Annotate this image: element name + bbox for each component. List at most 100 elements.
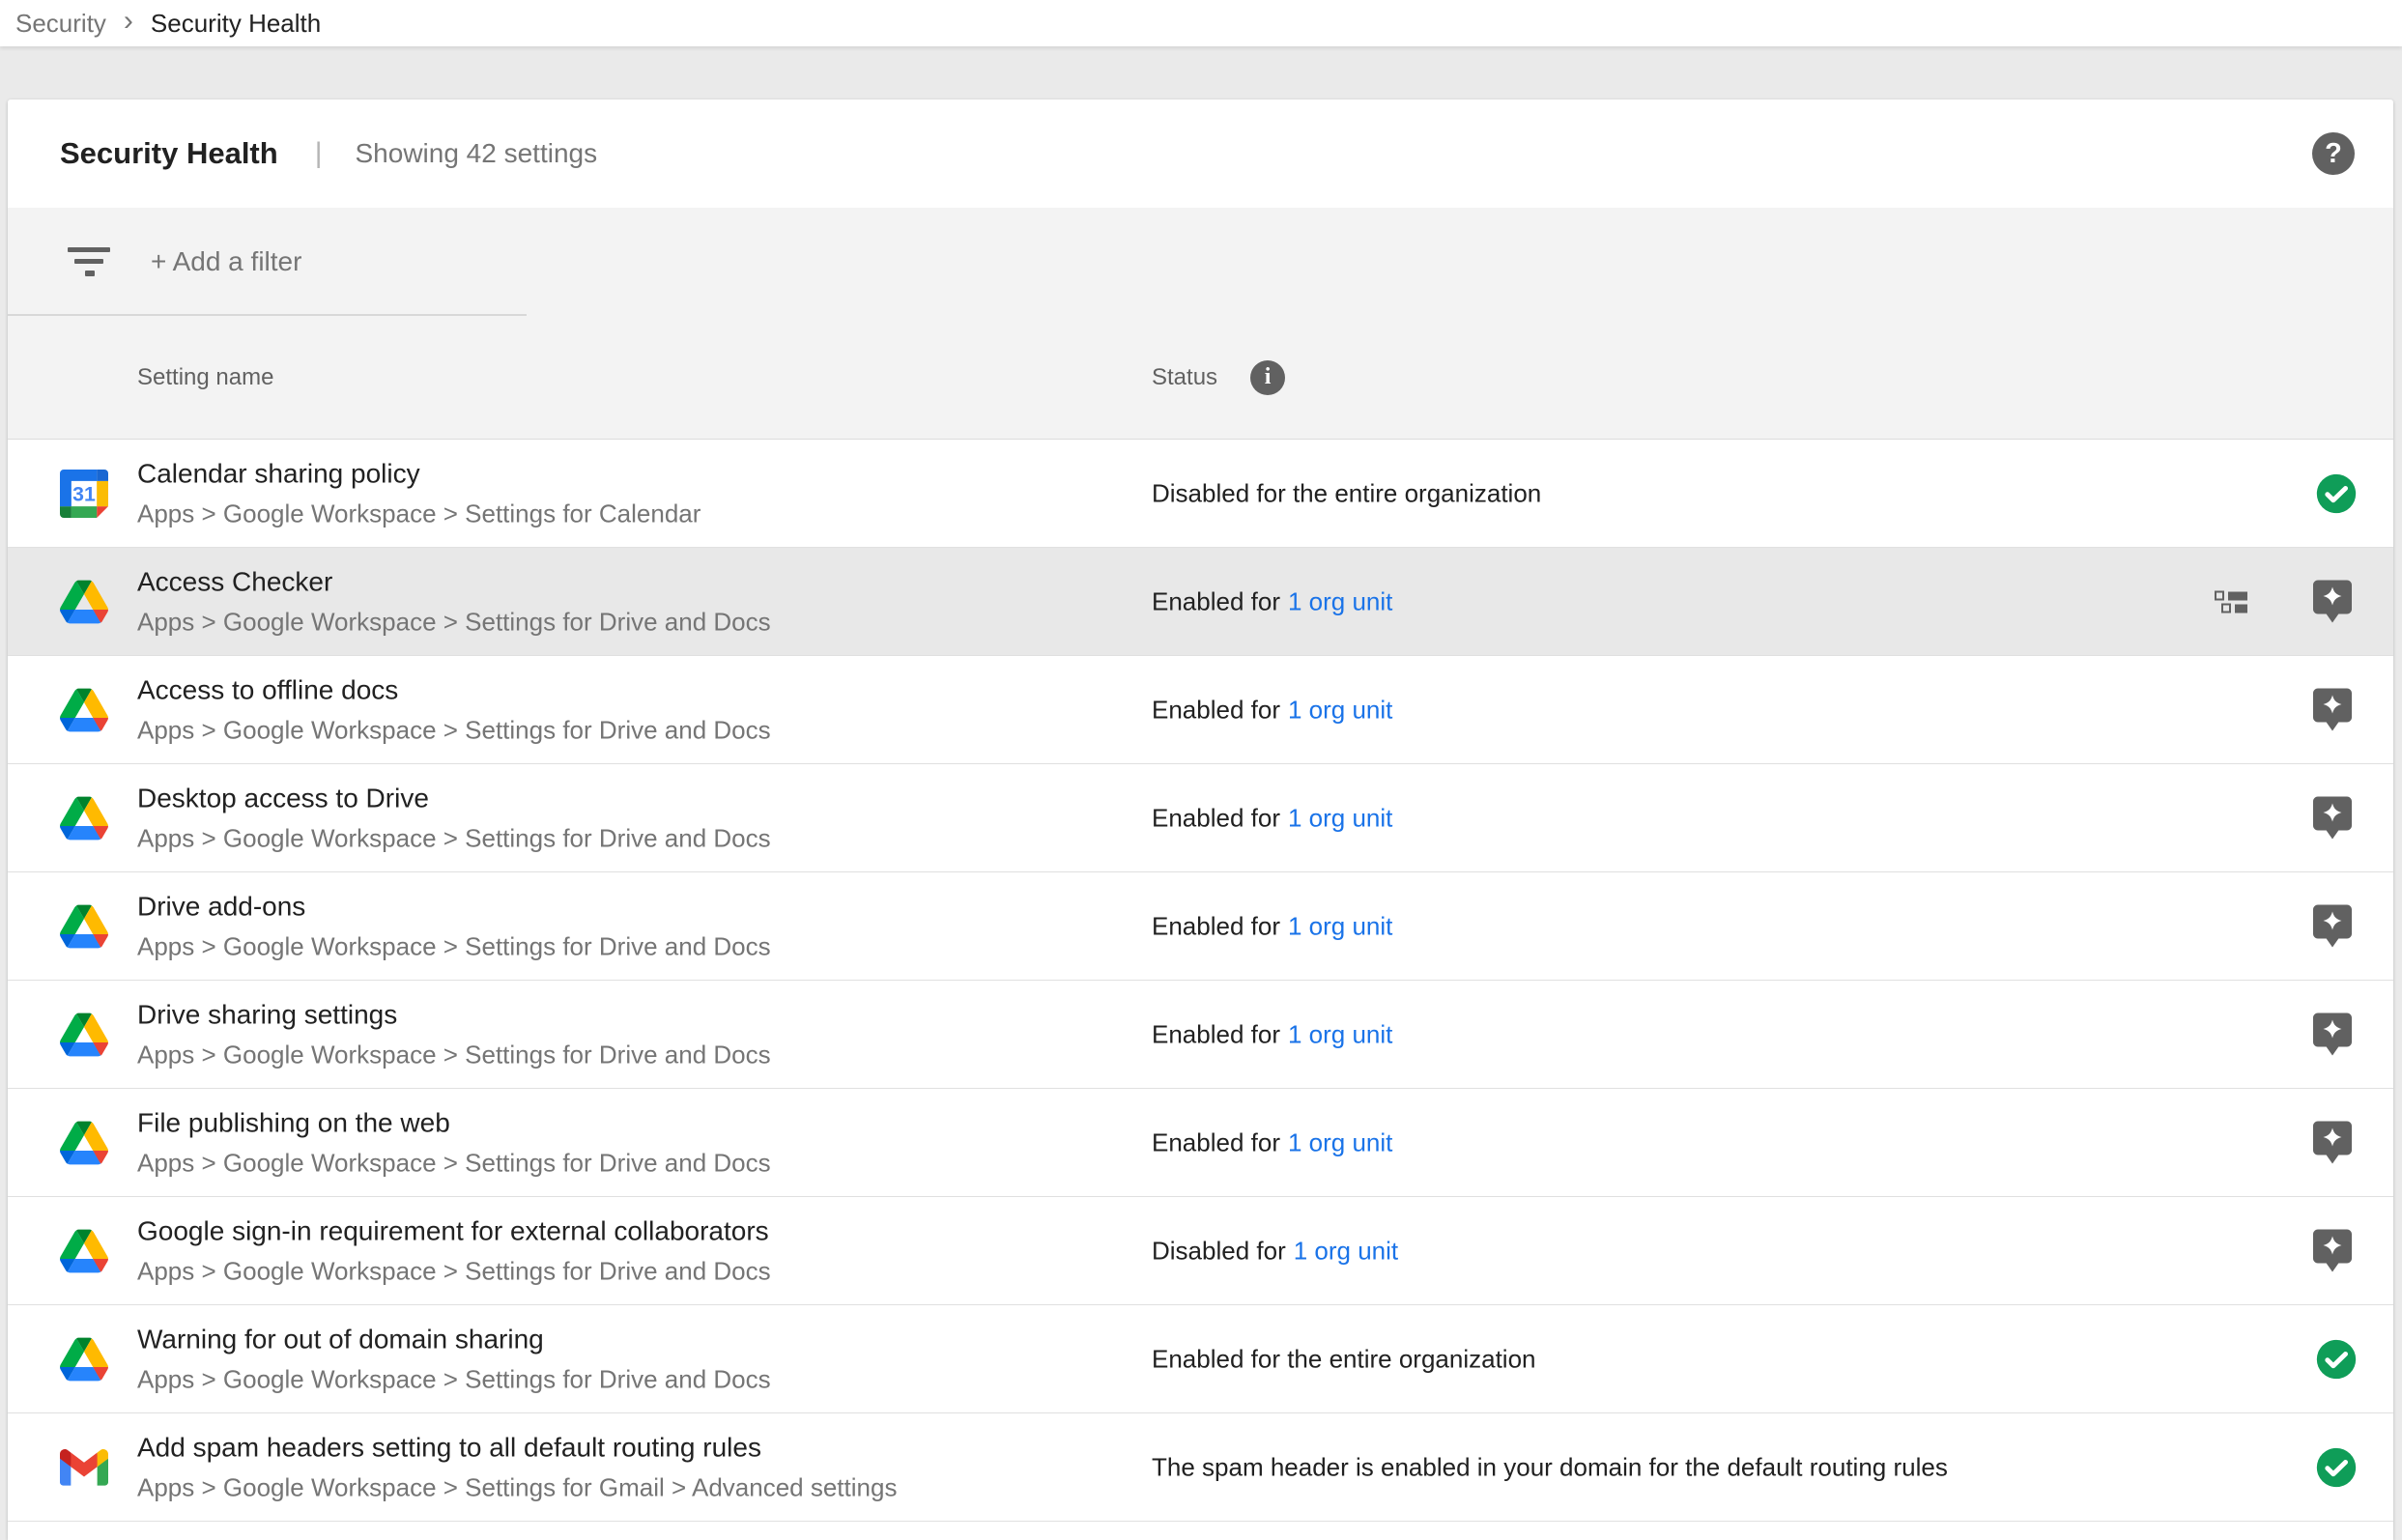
- drive-icon: [60, 1119, 108, 1167]
- setting-path: Apps > Google Workspace > Settings for D…: [137, 716, 771, 745]
- table-row[interactable]: Add spam headers setting to all default …: [8, 1413, 2393, 1522]
- drive-icon: [60, 1335, 108, 1383]
- status-cell: Enabled for 1 org unit: [1152, 1019, 1392, 1049]
- row-text: Add spam headers setting to all default …: [137, 1432, 897, 1502]
- setting-title: File publishing on the web: [137, 1107, 771, 1138]
- table-row[interactable]: Warning for out of domain sharing Apps >…: [8, 1305, 2393, 1413]
- status-text: Disabled for the entire organization: [1152, 478, 1541, 507]
- org-unit-link[interactable]: 1 org unit: [1288, 1019, 1392, 1048]
- breadcrumb-current: Security Health: [151, 9, 321, 39]
- column-status: Status: [1152, 364, 1217, 391]
- recommendation-pin-icon[interactable]: [2313, 580, 2352, 624]
- setting-title: Drive add-ons: [137, 891, 771, 922]
- status-text: Enabled for: [1152, 803, 1280, 832]
- status-text: Enabled for: [1152, 911, 1280, 940]
- status-cell: Disabled for the entire organization: [1152, 478, 1541, 508]
- recommendation-pin-icon[interactable]: [2313, 1012, 2352, 1057]
- breadcrumb-chevron-icon: ›: [124, 7, 133, 36]
- org-unit-link[interactable]: 1 org unit: [1288, 586, 1392, 615]
- help-icon[interactable]: ?: [2312, 132, 2355, 175]
- drive-icon: [60, 686, 108, 734]
- recommendation-pin-icon[interactable]: [2313, 904, 2352, 949]
- status-ok-check-icon: [2315, 1338, 2358, 1381]
- drive-icon: [60, 578, 108, 626]
- row-text: Access to offline docs Apps > Google Wor…: [137, 674, 771, 745]
- org-unit-link[interactable]: 1 org unit: [1288, 803, 1392, 832]
- status-text: Enabled for: [1152, 1019, 1280, 1048]
- setting-path: Apps > Google Workspace > Settings for D…: [137, 932, 771, 961]
- status-text: Enabled for: [1152, 586, 1280, 615]
- gmail-icon: [60, 1443, 108, 1492]
- recommendation-pin-icon[interactable]: [2313, 688, 2352, 732]
- table-row[interactable]: File publishing on the web Apps > Google…: [8, 1089, 2393, 1197]
- breadcrumb: Security › Security Health: [0, 0, 2402, 46]
- status-ok-check-icon: [2315, 1446, 2358, 1489]
- breadcrumb-parent-link[interactable]: Security: [15, 9, 106, 39]
- svg-text:31: 31: [72, 482, 96, 505]
- settings-count: Showing 42 settings: [356, 138, 598, 169]
- setting-title: Access Checker: [137, 566, 771, 597]
- table-row[interactable]: Access to offline docs Apps > Google Wor…: [8, 656, 2393, 764]
- recommendation-pin-icon[interactable]: [2313, 796, 2352, 841]
- status-text: Enabled for: [1152, 1127, 1280, 1156]
- drive-icon: [60, 902, 108, 951]
- status-cell: Enabled for 1 org unit: [1152, 1127, 1392, 1157]
- setting-path: Apps > Google Workspace > Settings for D…: [137, 1041, 771, 1069]
- org-unit-link[interactable]: 1 org unit: [1288, 911, 1392, 940]
- setting-path: Apps > Google Workspace > Settings for D…: [137, 824, 771, 853]
- setting-path: Apps > Google Workspace > Settings for D…: [137, 1365, 771, 1394]
- org-unit-link[interactable]: 1 org unit: [1288, 1127, 1392, 1156]
- row-text: Google sign-in requirement for external …: [137, 1215, 771, 1286]
- setting-path: Apps > Google Workspace > Settings for D…: [137, 608, 771, 637]
- status-cell: Enabled for 1 org unit: [1152, 695, 1392, 725]
- setting-title: Access to offline docs: [137, 674, 771, 705]
- row-text: File publishing on the web Apps > Google…: [137, 1107, 771, 1178]
- status-ok-check-icon: [2315, 472, 2358, 515]
- row-text: Drive add-ons Apps > Google Workspace > …: [137, 891, 771, 961]
- drive-icon: [60, 1011, 108, 1059]
- status-cell: The spam header is enabled in your domai…: [1152, 1452, 1948, 1482]
- table-row[interactable]: 31 Calendar sharing policy Apps > Google…: [8, 440, 2393, 548]
- drive-icon: [60, 1227, 108, 1275]
- status-info-icon[interactable]: i: [1250, 360, 1285, 395]
- calendar-icon: 31: [60, 470, 108, 518]
- status-cell: Disabled for1 org unit: [1152, 1236, 1398, 1266]
- column-setting-name: Setting name: [137, 364, 273, 391]
- status-text: The spam header is enabled in your domai…: [1152, 1452, 1948, 1481]
- org-unit-link[interactable]: 1 org unit: [1288, 695, 1392, 724]
- row-text: Calendar sharing policy Apps > Google Wo…: [137, 458, 701, 528]
- row-text: Drive sharing settings Apps > Google Wor…: [137, 999, 771, 1069]
- filter-bar: + Add a filter: [8, 208, 2393, 316]
- status-cell: Enabled for 1 org unit: [1152, 911, 1392, 941]
- status-cell: Enabled for the entire organization: [1152, 1344, 1536, 1374]
- table-row[interactable]: Access Checker Apps > Google Workspace >…: [8, 548, 2393, 656]
- recommendation-pin-icon[interactable]: [2313, 1229, 2352, 1273]
- card-header: Security Health | Showing 42 settings ?: [8, 100, 2393, 208]
- setting-title: Calendar sharing policy: [137, 458, 701, 489]
- table-row[interactable]: Google sign-in requirement for external …: [8, 1197, 2393, 1305]
- setting-path: Apps > Google Workspace > Settings for D…: [137, 1257, 771, 1286]
- filter-list-icon[interactable]: [68, 247, 110, 277]
- org-unit-indicator-icon: [2215, 590, 2247, 613]
- row-text: Access Checker Apps > Google Workspace >…: [137, 566, 771, 637]
- org-unit-link[interactable]: 1 org unit: [1294, 1236, 1398, 1265]
- security-health-card: Security Health | Showing 42 settings ? …: [8, 100, 2393, 1540]
- status-cell: Enabled for 1 org unit: [1152, 586, 1392, 616]
- setting-title: Google sign-in requirement for external …: [137, 1215, 771, 1246]
- status-cell: Enabled for 1 org unit: [1152, 803, 1392, 833]
- add-filter-button[interactable]: + Add a filter: [151, 246, 301, 277]
- table-row[interactable]: Drive sharing settings Apps > Google Wor…: [8, 981, 2393, 1089]
- recommendation-pin-icon[interactable]: [2313, 1121, 2352, 1165]
- setting-path: Apps > Google Workspace > Settings for C…: [137, 499, 701, 528]
- setting-path: Apps > Google Workspace > Settings for D…: [137, 1149, 771, 1178]
- row-text: Desktop access to Drive Apps > Google Wo…: [137, 783, 771, 853]
- table-row[interactable]: Desktop access to Drive Apps > Google Wo…: [8, 764, 2393, 872]
- setting-title: Drive sharing settings: [137, 999, 771, 1030]
- setting-title: Add spam headers setting to all default …: [137, 1432, 897, 1463]
- settings-table-body: 31 Calendar sharing policy Apps > Google…: [8, 440, 2393, 1522]
- status-text: Enabled for the entire organization: [1152, 1344, 1536, 1373]
- status-text: Enabled for: [1152, 695, 1280, 724]
- setting-title: Desktop access to Drive: [137, 783, 771, 813]
- table-row[interactable]: Drive add-ons Apps > Google Workspace > …: [8, 872, 2393, 981]
- row-text: Warning for out of domain sharing Apps >…: [137, 1324, 771, 1394]
